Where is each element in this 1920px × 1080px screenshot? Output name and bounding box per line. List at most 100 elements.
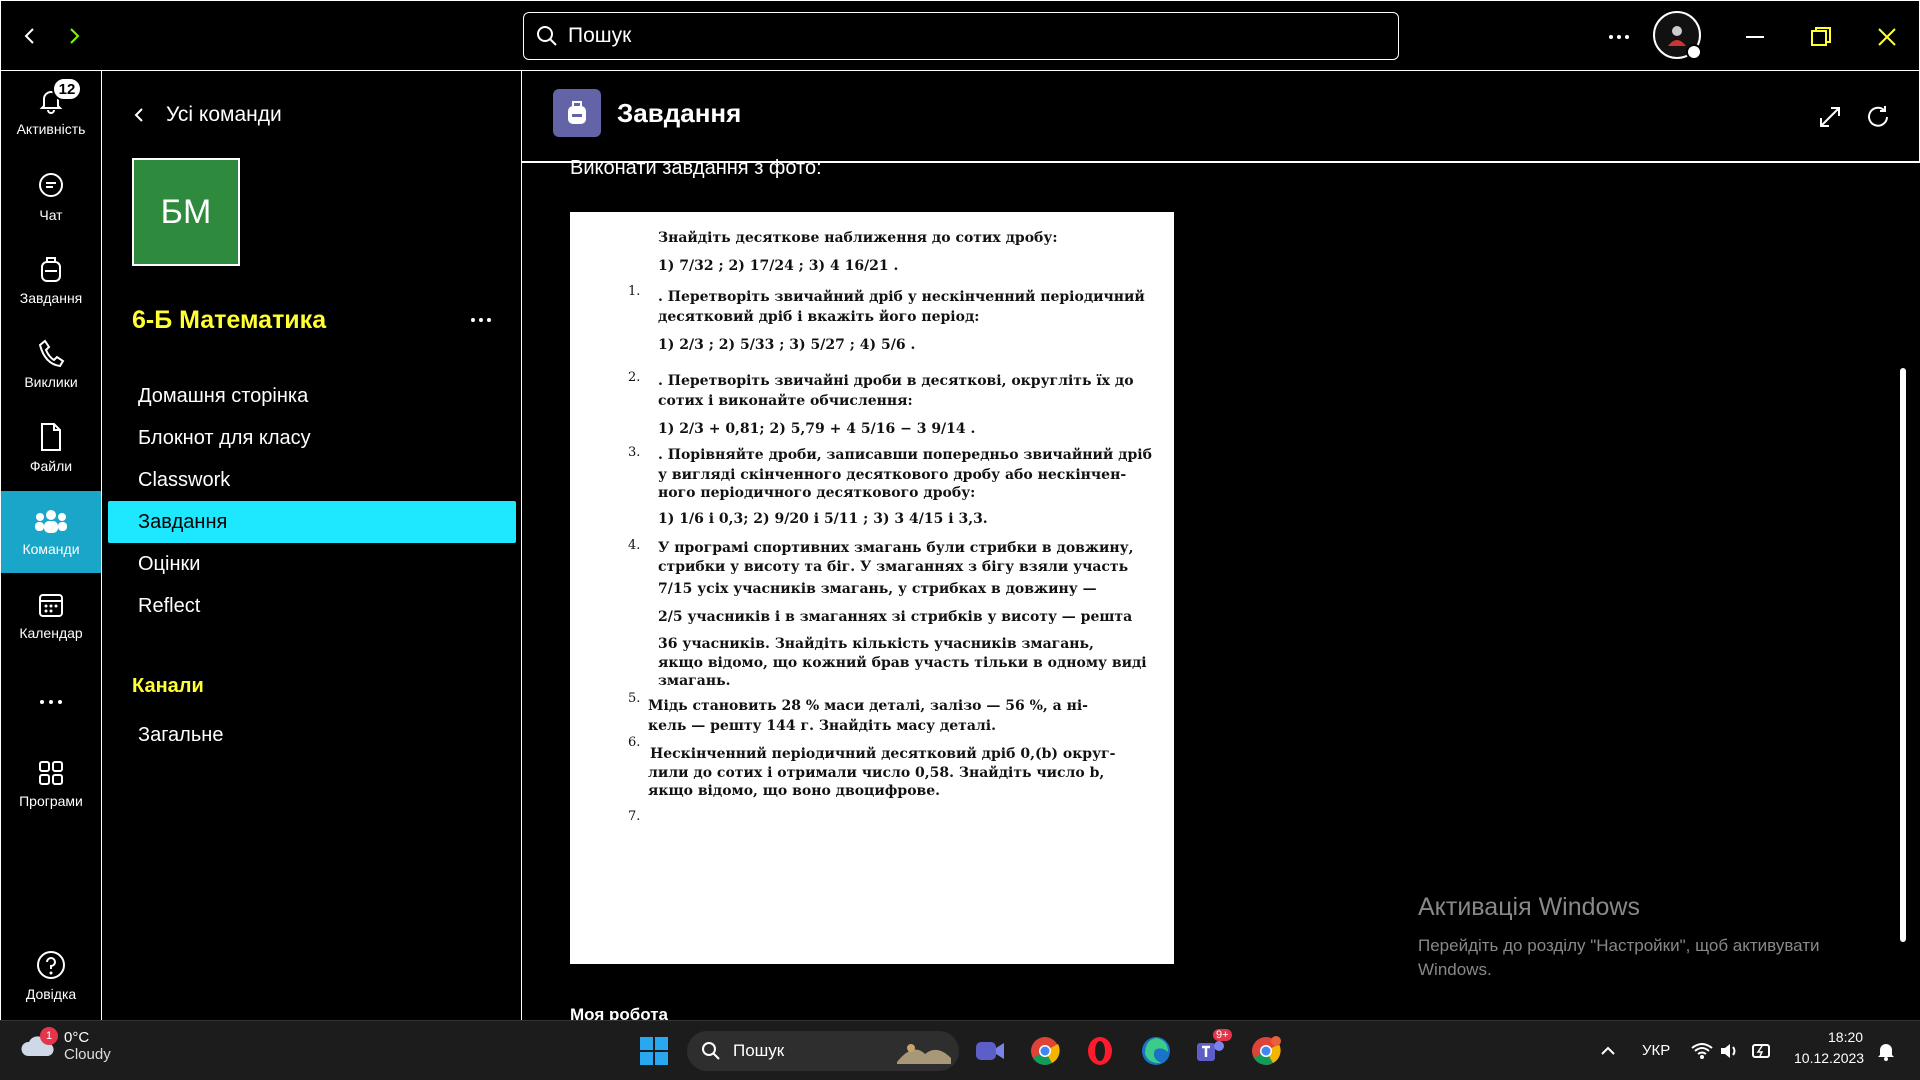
watermark-subtitle: Перейдіть до розділу "Настройки", щоб ак… [1418, 936, 1820, 979]
edge-icon[interactable] [1138, 1033, 1174, 1069]
rail-item-calendar[interactable]: Календар [1, 575, 101, 657]
taskbar-search-label: Пошук [733, 1041, 785, 1060]
team-name: 6-Б Математика [132, 306, 327, 334]
weather-temp: 0°C [64, 1029, 90, 1046]
clock-time[interactable]: 18:20 [1828, 1029, 1863, 1045]
chrome-profile-icon[interactable] [1248, 1033, 1284, 1069]
menu-item-home[interactable]: Домашня сторінка [108, 375, 516, 417]
photo-line: якщо відомо, що кожний брав участь тільк… [658, 655, 1147, 671]
volume-icon[interactable] [1712, 1033, 1748, 1069]
avatar[interactable] [1653, 11, 1702, 60]
rail-item-teams[interactable]: Команди [1, 491, 101, 573]
task-number: 1. [628, 284, 641, 299]
rail-item-assignments[interactable]: Завдання [1, 239, 101, 321]
activity-badge: 12 [52, 77, 82, 101]
windows-activation-watermark: Активація Windows Перейдіть до розділу "… [1418, 893, 1858, 982]
photo-line: 2/5 учасників і в змаганнях зі стрибків … [658, 609, 1133, 625]
rail-label: Довідка [25, 986, 77, 1002]
clock-date[interactable]: 10.12.2023 [1794, 1050, 1864, 1066]
more-options-icon[interactable] [1599, 17, 1639, 57]
search-placeholder: Пошук [568, 24, 632, 47]
search-icon [537, 26, 557, 46]
search-input[interactable]: Пошук [523, 12, 1399, 60]
rail-label: Виклики [24, 374, 78, 390]
meet-now-icon[interactable] [972, 1033, 1008, 1069]
rail-item-apps[interactable]: Програми [1, 743, 101, 825]
photo-line: 1) 1/6 і 0,3; 2) 9/20 і 5/11 ; 3) 3 4/15… [658, 511, 988, 527]
windows-start-icon[interactable] [636, 1033, 672, 1069]
status-icon [1686, 44, 1702, 60]
back-arrow-icon[interactable] [15, 21, 45, 51]
refresh-icon[interactable] [1862, 101, 1894, 133]
main-header: Завдання [522, 71, 1920, 163]
watermark-title: Активація Windows [1418, 893, 1640, 921]
chevron-left-icon [134, 108, 143, 122]
chevron-up-icon[interactable] [1590, 1033, 1626, 1069]
minimize-icon[interactable] [1736, 17, 1776, 57]
chrome-icon[interactable] [1027, 1033, 1063, 1069]
all-teams-label: Усі команди [166, 103, 282, 126]
photo-line: кель — решту 144 г. Знайдіть масу деталі… [648, 718, 996, 734]
rail-item-chat[interactable]: Чат [1, 156, 101, 238]
teams-taskbar-icon[interactable]: 9+ [1193, 1029, 1232, 1069]
rail-item-help[interactable]: Довідка [1, 935, 101, 1017]
photo-line: стрибки у висоту та біг. У змаганнях з б… [658, 559, 1129, 575]
rail-item-calls[interactable]: Виклики [1, 323, 101, 405]
taskbar-search[interactable]: Пошук [687, 1031, 959, 1071]
task-number: 7. [628, 809, 641, 824]
menu-item-notebook[interactable]: Блокнот для класу [108, 417, 516, 459]
backpack-icon [41, 257, 61, 282]
team-avatar: БМ [132, 158, 240, 266]
rail-label: Активність [16, 121, 86, 137]
weather-widget[interactable]: 1 0°C Cloudy [20, 1027, 111, 1063]
forward-arrow-icon[interactable] [59, 21, 89, 51]
rail-item-files[interactable]: Файли [1, 407, 101, 489]
rail-label: Програми [19, 793, 83, 809]
task-number: 5. [628, 691, 641, 706]
menu-item-grades[interactable]: Оцінки [108, 543, 516, 585]
photo-line: 7/15 усіх учасників змагань, у стрибках … [658, 581, 1097, 597]
photo-line: 1) 7/32 ; 2) 17/24 ; 3) 4 16/21 . [658, 258, 899, 274]
task-number: 4. [628, 538, 641, 553]
battery-icon[interactable] [1744, 1033, 1780, 1069]
menu-item-assignments[interactable]: Завдання [108, 501, 516, 543]
task-number: 2. [628, 370, 641, 385]
taskbar: 1 0°C Cloudy Пошук 9+ УКР 18:20 10.12.20… [0, 1020, 1920, 1080]
task-number: 6. [628, 735, 641, 750]
team-more-icon[interactable] [470, 304, 492, 329]
channel-general[interactable]: Загальне [138, 724, 223, 747]
assignment-instructions: Виконати завдання з фото: [570, 157, 822, 179]
rail-item-activity[interactable]: 12 Активність [1, 71, 101, 153]
help-icon [37, 951, 65, 979]
menu-item-reflect[interactable]: Reflect [108, 585, 516, 627]
notification-bell-icon[interactable] [1868, 1033, 1904, 1069]
team-panel: Усі команди БМ 6-Б Математика Домашня ст… [102, 71, 522, 1020]
all-teams-link[interactable]: Усі команди [132, 103, 282, 127]
rail-label: Файли [29, 458, 73, 474]
weather-badge: 1 [40, 1027, 58, 1045]
more-apps-icon[interactable] [1, 661, 101, 743]
scrollbar[interactable] [1900, 368, 1906, 942]
teams-icon [35, 510, 67, 533]
photo-line: сотих і виконайте обчислення: [658, 393, 913, 409]
assignment-photo[interactable]: 1. 2. 3. 4. 5. 6. 7. Знайдіть десяткове … [570, 212, 1174, 964]
expand-icon[interactable] [1814, 101, 1846, 133]
channels-heading: Канали [132, 675, 204, 697]
weather-condition: Cloudy [64, 1046, 111, 1063]
menu-item-classwork[interactable]: Classwork [108, 459, 516, 501]
photo-line: 1) 2/3 + 0,81; 2) 5,79 + 4 5/16 − 3 9/14… [658, 421, 976, 437]
close-icon[interactable] [1867, 17, 1907, 57]
search-highlight-icon [897, 1044, 951, 1064]
phone-icon [38, 339, 65, 368]
file-icon [41, 423, 61, 451]
photo-line: змагань. [658, 673, 731, 689]
search-icon [702, 1042, 720, 1060]
photo-line: ного періодичного десяткового дробу: [658, 485, 976, 501]
photo-line: Знайдіть десяткове наближення до сотих д… [658, 230, 1058, 246]
opera-icon[interactable] [1082, 1033, 1118, 1069]
page-title: Завдання [617, 98, 742, 128]
restore-icon[interactable] [1801, 17, 1841, 57]
app-rail: 12 Активність Чат Завдання Виклики Файли… [0, 71, 102, 1020]
language-indicator[interactable]: УКР [1642, 1042, 1670, 1059]
assignments-app-icon [553, 89, 601, 137]
